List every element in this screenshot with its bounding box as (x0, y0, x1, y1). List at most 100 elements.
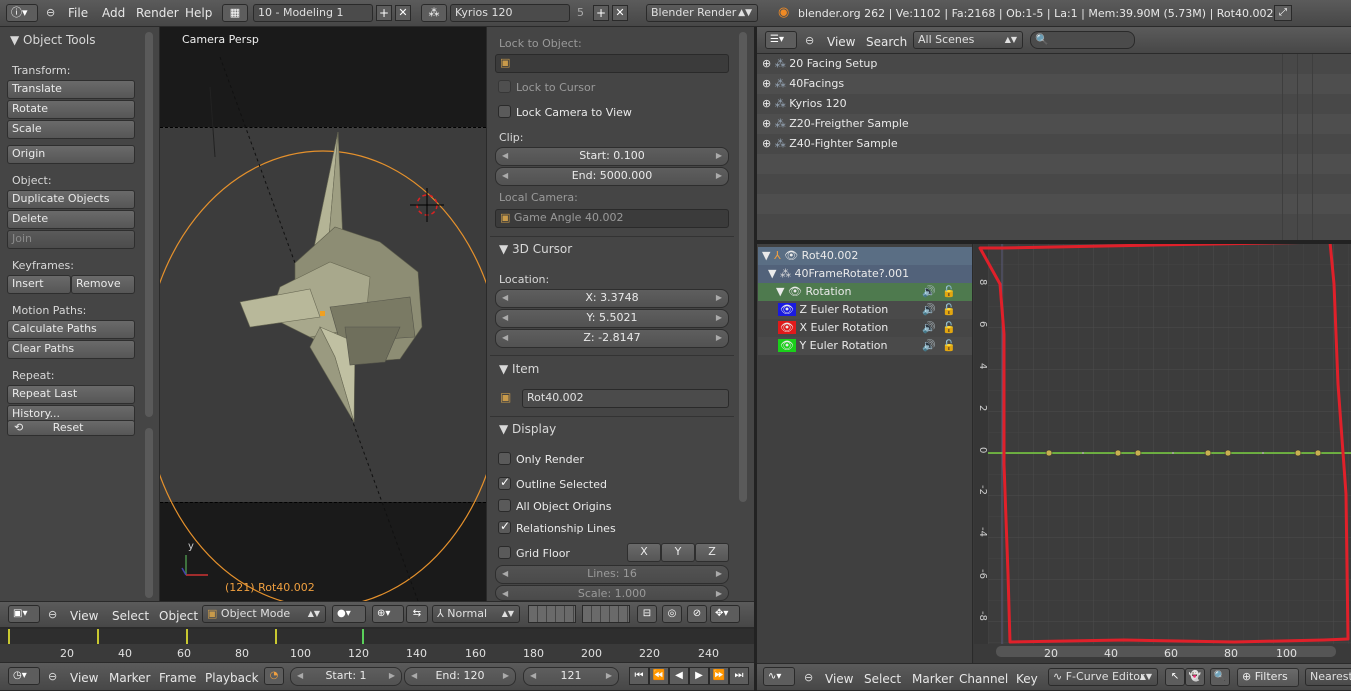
collapse-icon[interactable]: ⊖ (48, 670, 57, 683)
cursor-z-field[interactable]: ◀ Z: -2.8147 ▶ (495, 329, 729, 348)
grid-scale-field[interactable]: ◀ Scale: 1.000 ▶ (495, 585, 729, 601)
collapse-icon[interactable]: ⊖ (805, 34, 814, 47)
only-render-checkbox[interactable] (498, 452, 511, 465)
relationship-lines-checkbox[interactable] (498, 519, 511, 534)
channel-object-row[interactable]: ▼ ⅄ 👁 Rot40.002 (758, 247, 972, 265)
outline-selected-checkbox[interactable] (498, 475, 511, 490)
mute-speaker-icon[interactable]: 🔊 (922, 319, 936, 337)
grid-axis-y-toggle[interactable]: Y (661, 543, 695, 562)
expand-icon[interactable]: ▼ (768, 267, 776, 280)
graph-mode-dropdown[interactable]: ∿ F-Curve Editor ▲▼ (1048, 668, 1158, 686)
cursor-x-field[interactable]: ◀ X: 3.3748 ▶ (495, 289, 729, 308)
mute-speaker-icon[interactable]: 🔊 (922, 337, 936, 355)
filters-button[interactable]: ⊕ Filters (1237, 668, 1299, 687)
3d-cursor-panel-header[interactable]: ▼ 3D Cursor (499, 242, 572, 256)
only-selected-icon[interactable]: ↖ (1165, 668, 1185, 686)
menu-key[interactable]: Key (1016, 672, 1038, 686)
scene-field[interactable]: Kyrios 120 (450, 4, 570, 22)
outliner-item[interactable]: ⊕ ⁂ 40Facings (758, 74, 1348, 94)
tool-shelf-scrollbar[interactable] (145, 32, 153, 417)
graph-editor-type-icon[interactable]: ∿▾ (763, 667, 795, 686)
fullscreen-icon[interactable]: ⤢ (1274, 5, 1292, 21)
origin-button[interactable]: Origin (7, 145, 135, 164)
menu-view[interactable]: View (827, 35, 855, 49)
snap-toggle-icon[interactable]: ⊘ (687, 605, 707, 623)
delete-button[interactable]: Delete (7, 210, 135, 229)
editor-type-icon[interactable]: ▣▾ (8, 605, 40, 623)
object-tools-title[interactable]: ▼ Object Tools (10, 33, 96, 47)
menu-playback[interactable]: Playback (205, 671, 259, 685)
expand-icon[interactable]: ⊕ (762, 137, 771, 150)
menu-select[interactable]: Select (864, 672, 901, 686)
properties-scrollbar[interactable] (739, 32, 747, 502)
join-button[interactable]: Join (7, 230, 135, 249)
menu-object[interactable]: Object (159, 609, 198, 623)
expand-icon[interactable]: ⊕ (762, 117, 771, 130)
clip-start-field[interactable]: ◀ Start: 0.100 ▶ (495, 147, 729, 166)
lock-layers-icon[interactable]: ⊟ (637, 605, 657, 623)
viewport-3d[interactable]: Camera Persp y (121) Rot40.002 (160, 27, 486, 601)
insert-keyframe-button[interactable]: Insert (7, 275, 71, 294)
screen-layout-field[interactable]: 10 - Modeling 1 (253, 4, 373, 22)
delete-screen-icon[interactable]: ✕ (395, 5, 411, 21)
fcurve-row[interactable]: 👁 Y Euler Rotation 🔊 🔓 (758, 337, 972, 355)
menu-file[interactable]: File (68, 6, 88, 20)
expand-icon[interactable]: ⊕ (762, 57, 771, 70)
repeat-last-button[interactable]: Repeat Last (7, 385, 135, 404)
jump-start-icon[interactable]: ⏮ (629, 667, 649, 685)
eye-icon[interactable]: 👁 (778, 303, 796, 316)
item-panel-header[interactable]: ▼ Item (499, 362, 539, 376)
grid-floor-checkbox[interactable] (498, 546, 511, 559)
menu-search[interactable]: Search (866, 35, 907, 49)
outliner-editor-icon[interactable]: ☰▾ (765, 31, 797, 49)
jump-end-icon[interactable]: ⏭ (729, 667, 749, 685)
grid-axis-z-toggle[interactable]: Z (695, 543, 729, 562)
delete-scene-icon[interactable]: ✕ (612, 5, 628, 21)
eye-icon[interactable]: 👁 (788, 285, 802, 298)
start-frame-field[interactable]: ◀ Start: 1 ▶ (290, 667, 402, 686)
lock-camera-to-view-checkbox[interactable] (498, 105, 511, 118)
menu-help[interactable]: Help (185, 6, 212, 20)
play-reverse-icon[interactable]: ◀ (669, 667, 689, 685)
search-icon[interactable]: 🔍 (1210, 668, 1230, 686)
layers-grid-icon[interactable] (528, 605, 576, 623)
menu-frame[interactable]: Frame (159, 671, 196, 685)
scene-icon[interactable]: ⁂ (421, 4, 447, 22)
scale-button[interactable]: Scale (7, 120, 135, 139)
outliner-item[interactable]: ⊕ ⁂ Z40-Fighter Sample (758, 134, 1348, 154)
remove-keyframe-button[interactable]: Remove (71, 275, 135, 294)
outliner-item[interactable]: ⊕ ⁂ 20 Facing Setup (758, 54, 1348, 74)
jump-keyframe-back-icon[interactable]: ⏪ (649, 667, 669, 685)
menu-view[interactable]: View (70, 609, 98, 623)
lock-icon[interactable]: 🔓 (942, 319, 956, 337)
item-name-field[interactable]: Rot40.002 (522, 389, 729, 408)
menu-marker[interactable]: Marker (109, 671, 150, 685)
eye-icon[interactable]: 👁 (784, 249, 798, 262)
lock-to-object-field[interactable]: ▣ (495, 54, 729, 73)
collapse-icon[interactable]: ⊖ (804, 671, 813, 684)
calculate-paths-button[interactable]: Calculate Paths (7, 320, 135, 339)
collapse-icon[interactable]: ⊖ (48, 608, 57, 621)
shading-dropdown-icon[interactable]: ●▾ (332, 605, 366, 623)
current-frame-field[interactable]: ◀ 121 ▶ (523, 667, 619, 686)
snap-element-icon[interactable]: ✥▾ (710, 605, 740, 623)
preview-range-icon[interactable]: ◔ (264, 667, 284, 685)
rotate-button[interactable]: Rotate (7, 100, 135, 119)
show-hidden-icon[interactable]: 👻 (1185, 668, 1205, 686)
pivot-dropdown-icon[interactable]: ⊕▾ (372, 605, 404, 623)
mode-dropdown[interactable]: ▣ Object Mode ▲▼ (202, 605, 326, 623)
expand-icon[interactable]: ⊕ (762, 97, 771, 110)
lock-to-cursor-checkbox[interactable] (498, 80, 511, 93)
expand-icon[interactable]: ▼ (776, 285, 784, 298)
end-frame-field[interactable]: ◀ End: 120 ▶ (404, 667, 516, 686)
cursor-y-field[interactable]: ◀ Y: 5.5021 ▶ (495, 309, 729, 328)
orientation-dropdown[interactable]: ⅄ Normal ▲▼ (432, 605, 520, 623)
translate-button[interactable]: Translate (7, 80, 135, 99)
layers-grid-icon-2[interactable] (582, 605, 630, 623)
menu-marker[interactable]: Marker (912, 672, 953, 686)
lock-icon[interactable]: 🔓 (942, 301, 956, 319)
reset-button[interactable]: ⟲ Reset (7, 420, 135, 436)
scene-filter-dropdown[interactable]: All Scenes ▲▼ (913, 31, 1023, 49)
mute-speaker-icon[interactable]: 🔊 (922, 283, 936, 301)
timeline-current-frame[interactable] (362, 629, 364, 644)
